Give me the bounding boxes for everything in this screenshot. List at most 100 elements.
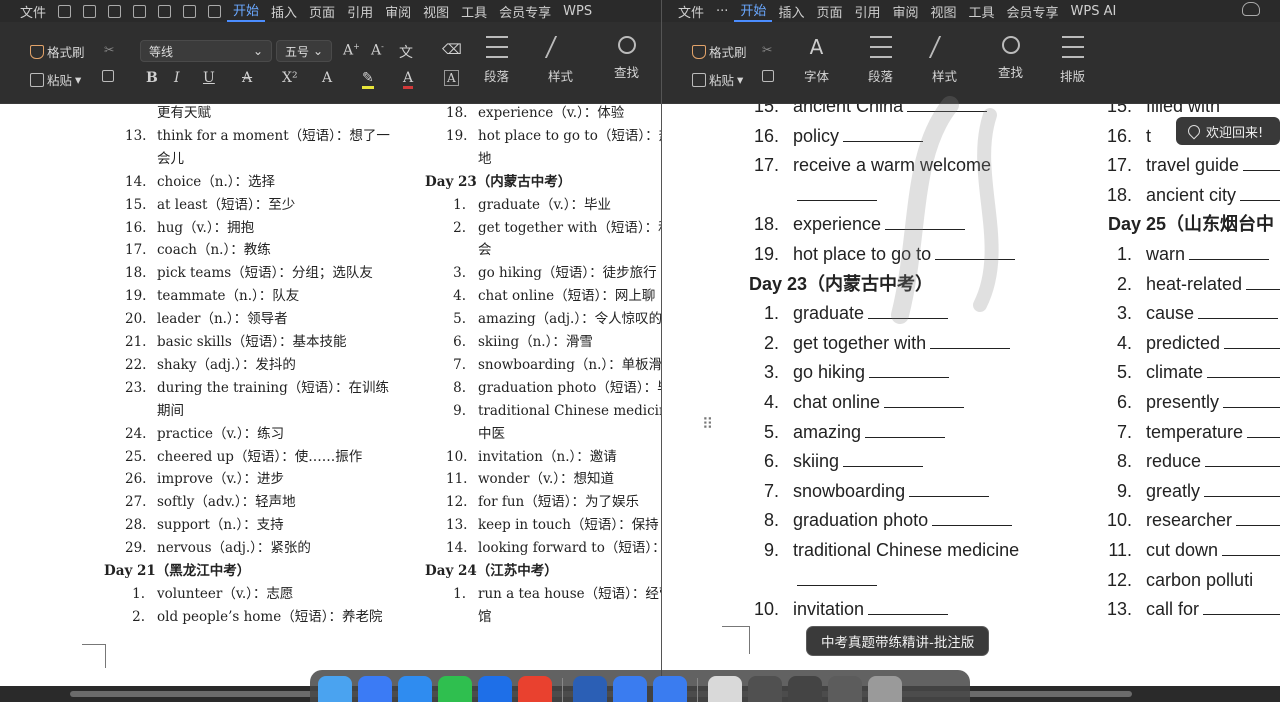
bold-button[interactable]: B bbox=[146, 70, 158, 86]
menu-item-4[interactable]: 页面 bbox=[810, 2, 848, 21]
answer-blank[interactable] bbox=[1203, 601, 1280, 616]
find-button[interactable]: 查找 bbox=[998, 36, 1023, 81]
format-painter-button[interactable]: 格式刷 bbox=[30, 42, 85, 61]
style-button[interactable]: 样式 bbox=[928, 36, 961, 85]
font-size-select[interactable]: 五号 ⌄ bbox=[276, 40, 332, 62]
answer-blank[interactable] bbox=[869, 364, 950, 379]
preview-icon[interactable] bbox=[708, 676, 742, 702]
answer-blank[interactable] bbox=[909, 483, 990, 497]
left-document-page[interactable]: 更有天赋 13. think for a moment（短语）：想了一 会儿 14. ch… bbox=[0, 104, 661, 686]
answer-blank[interactable] bbox=[797, 187, 877, 201]
window-thumb-3[interactable] bbox=[828, 676, 862, 702]
answer-blank[interactable] bbox=[1224, 335, 1280, 349]
trash-icon[interactable] bbox=[868, 676, 902, 702]
answer-blank[interactable] bbox=[868, 601, 949, 616]
cut-icon[interactable]: ✂ bbox=[104, 42, 114, 57]
answer-blank[interactable] bbox=[865, 424, 946, 438]
welcome-toast[interactable]: 欢迎回来! bbox=[1176, 117, 1280, 145]
menu-item-6[interactable]: 视图 bbox=[417, 2, 455, 21]
answer-blank[interactable] bbox=[932, 512, 1013, 527]
wechat-icon[interactable] bbox=[438, 676, 472, 702]
paste-button[interactable]: 粘贴 ▾ bbox=[30, 70, 81, 89]
answer-blank[interactable] bbox=[1246, 276, 1280, 290]
quick-access-icon[interactable] bbox=[208, 4, 222, 18]
menu-item-7[interactable]: 工具 bbox=[455, 2, 493, 21]
italic-button[interactable]: I bbox=[174, 70, 180, 86]
paste-button[interactable]: 粘贴 ▾ bbox=[692, 70, 743, 89]
menu-item-8[interactable]: 会员专享 bbox=[493, 2, 557, 21]
answer-blank[interactable] bbox=[843, 453, 924, 468]
eraser-icon[interactable]: ⌫ bbox=[442, 42, 462, 58]
cloud-upload-icon[interactable] bbox=[1242, 2, 1260, 16]
window-thumb-2[interactable] bbox=[788, 676, 822, 702]
menu-item-9[interactable]: WPS bbox=[557, 4, 598, 19]
answer-blank[interactable] bbox=[907, 104, 988, 112]
answer-blank[interactable] bbox=[930, 335, 1011, 349]
answer-blank[interactable] bbox=[885, 216, 966, 231]
text-effect-button[interactable]: A bbox=[322, 70, 332, 86]
safari-icon[interactable] bbox=[398, 676, 432, 702]
quick-access-icon[interactable] bbox=[58, 4, 72, 18]
paragraph-button[interactable]: 段落 bbox=[868, 36, 893, 85]
answer-blank[interactable] bbox=[1247, 424, 1280, 438]
menu-item-1[interactable]: ··· bbox=[710, 4, 734, 19]
quick-access-icon[interactable] bbox=[83, 4, 97, 18]
quick-access-icon[interactable] bbox=[158, 4, 172, 18]
answer-blank[interactable] bbox=[1240, 187, 1280, 201]
answer-blank[interactable] bbox=[1198, 305, 1279, 320]
copy-icon[interactable] bbox=[102, 70, 114, 82]
menu-item-2[interactable]: 开始 bbox=[734, 0, 773, 22]
format-painter-button[interactable]: 格式刷 bbox=[692, 42, 747, 61]
font-name-select[interactable]: 等线 ⌄ bbox=[140, 40, 272, 62]
quick-access-icon[interactable] bbox=[183, 4, 197, 18]
font-color-button[interactable]: A bbox=[403, 70, 414, 89]
menu-item-4[interactable]: 引用 bbox=[341, 2, 379, 21]
menu-item-6[interactable]: 审阅 bbox=[886, 2, 924, 21]
cut-icon[interactable]: ✂ bbox=[762, 42, 772, 57]
answer-blank[interactable] bbox=[1207, 364, 1280, 379]
answer-blank[interactable] bbox=[1223, 394, 1280, 408]
underline-button[interactable]: U bbox=[203, 70, 215, 86]
menu-item-0[interactable]: 文件 bbox=[14, 2, 52, 21]
window-thumb-1[interactable] bbox=[748, 676, 782, 702]
menu-item-3[interactable]: 插入 bbox=[772, 2, 810, 21]
menu-item-7[interactable]: 视图 bbox=[925, 2, 963, 21]
menu-item-10[interactable]: WPS AI bbox=[1065, 4, 1123, 19]
style-button[interactable]: 样式 bbox=[544, 36, 577, 85]
paragraph-button[interactable]: 段落 bbox=[484, 36, 509, 85]
word-icon[interactable] bbox=[573, 676, 607, 702]
menu-item-3[interactable]: 页面 bbox=[303, 2, 341, 21]
lark-icon[interactable] bbox=[478, 676, 512, 702]
find-button[interactable]: 查找 bbox=[614, 36, 639, 81]
menu-item-9[interactable]: 会员专享 bbox=[1001, 2, 1065, 21]
strikethrough-button[interactable]: A bbox=[242, 70, 252, 86]
char-border-button[interactable]: A bbox=[444, 70, 459, 86]
layout-button[interactable]: 排版 bbox=[1060, 36, 1085, 85]
answer-blank[interactable] bbox=[1189, 246, 1270, 260]
menu-item-5[interactable]: 审阅 bbox=[379, 2, 417, 21]
drag-handle-icon[interactable]: ⠿ bbox=[702, 417, 714, 432]
menu-item-5[interactable]: 引用 bbox=[848, 2, 886, 21]
highlight-button[interactable]: ✎ bbox=[362, 70, 374, 89]
wps-icon[interactable] bbox=[518, 676, 552, 702]
answer-blank[interactable] bbox=[884, 394, 965, 408]
wps-doc-icon-2[interactable] bbox=[653, 676, 687, 702]
answer-blank[interactable] bbox=[868, 305, 949, 320]
answer-blank[interactable] bbox=[843, 128, 924, 142]
answer-blank[interactable] bbox=[1205, 453, 1280, 468]
menu-item-8[interactable]: 工具 bbox=[963, 2, 1001, 21]
phonetic-icon[interactable]: 文 bbox=[399, 42, 413, 62]
wps-doc-icon[interactable] bbox=[613, 676, 647, 702]
feishu-icon[interactable] bbox=[358, 676, 392, 702]
answer-blank[interactable] bbox=[1236, 512, 1280, 527]
grow-font-button[interactable]: A+ bbox=[343, 42, 360, 59]
answer-blank[interactable] bbox=[1204, 483, 1280, 497]
font-button[interactable]: A 字体 bbox=[804, 36, 829, 85]
quick-access-icon[interactable] bbox=[133, 4, 147, 18]
finder-icon[interactable] bbox=[318, 676, 352, 702]
copy-icon[interactable] bbox=[762, 70, 774, 82]
right-document-page[interactable]: 15. ancient China 16. policy 17. receive a wa… bbox=[662, 104, 1280, 686]
answer-blank[interactable] bbox=[797, 572, 877, 586]
menu-item-2[interactable]: 插入 bbox=[265, 2, 303, 21]
answer-blank[interactable] bbox=[1243, 157, 1280, 172]
